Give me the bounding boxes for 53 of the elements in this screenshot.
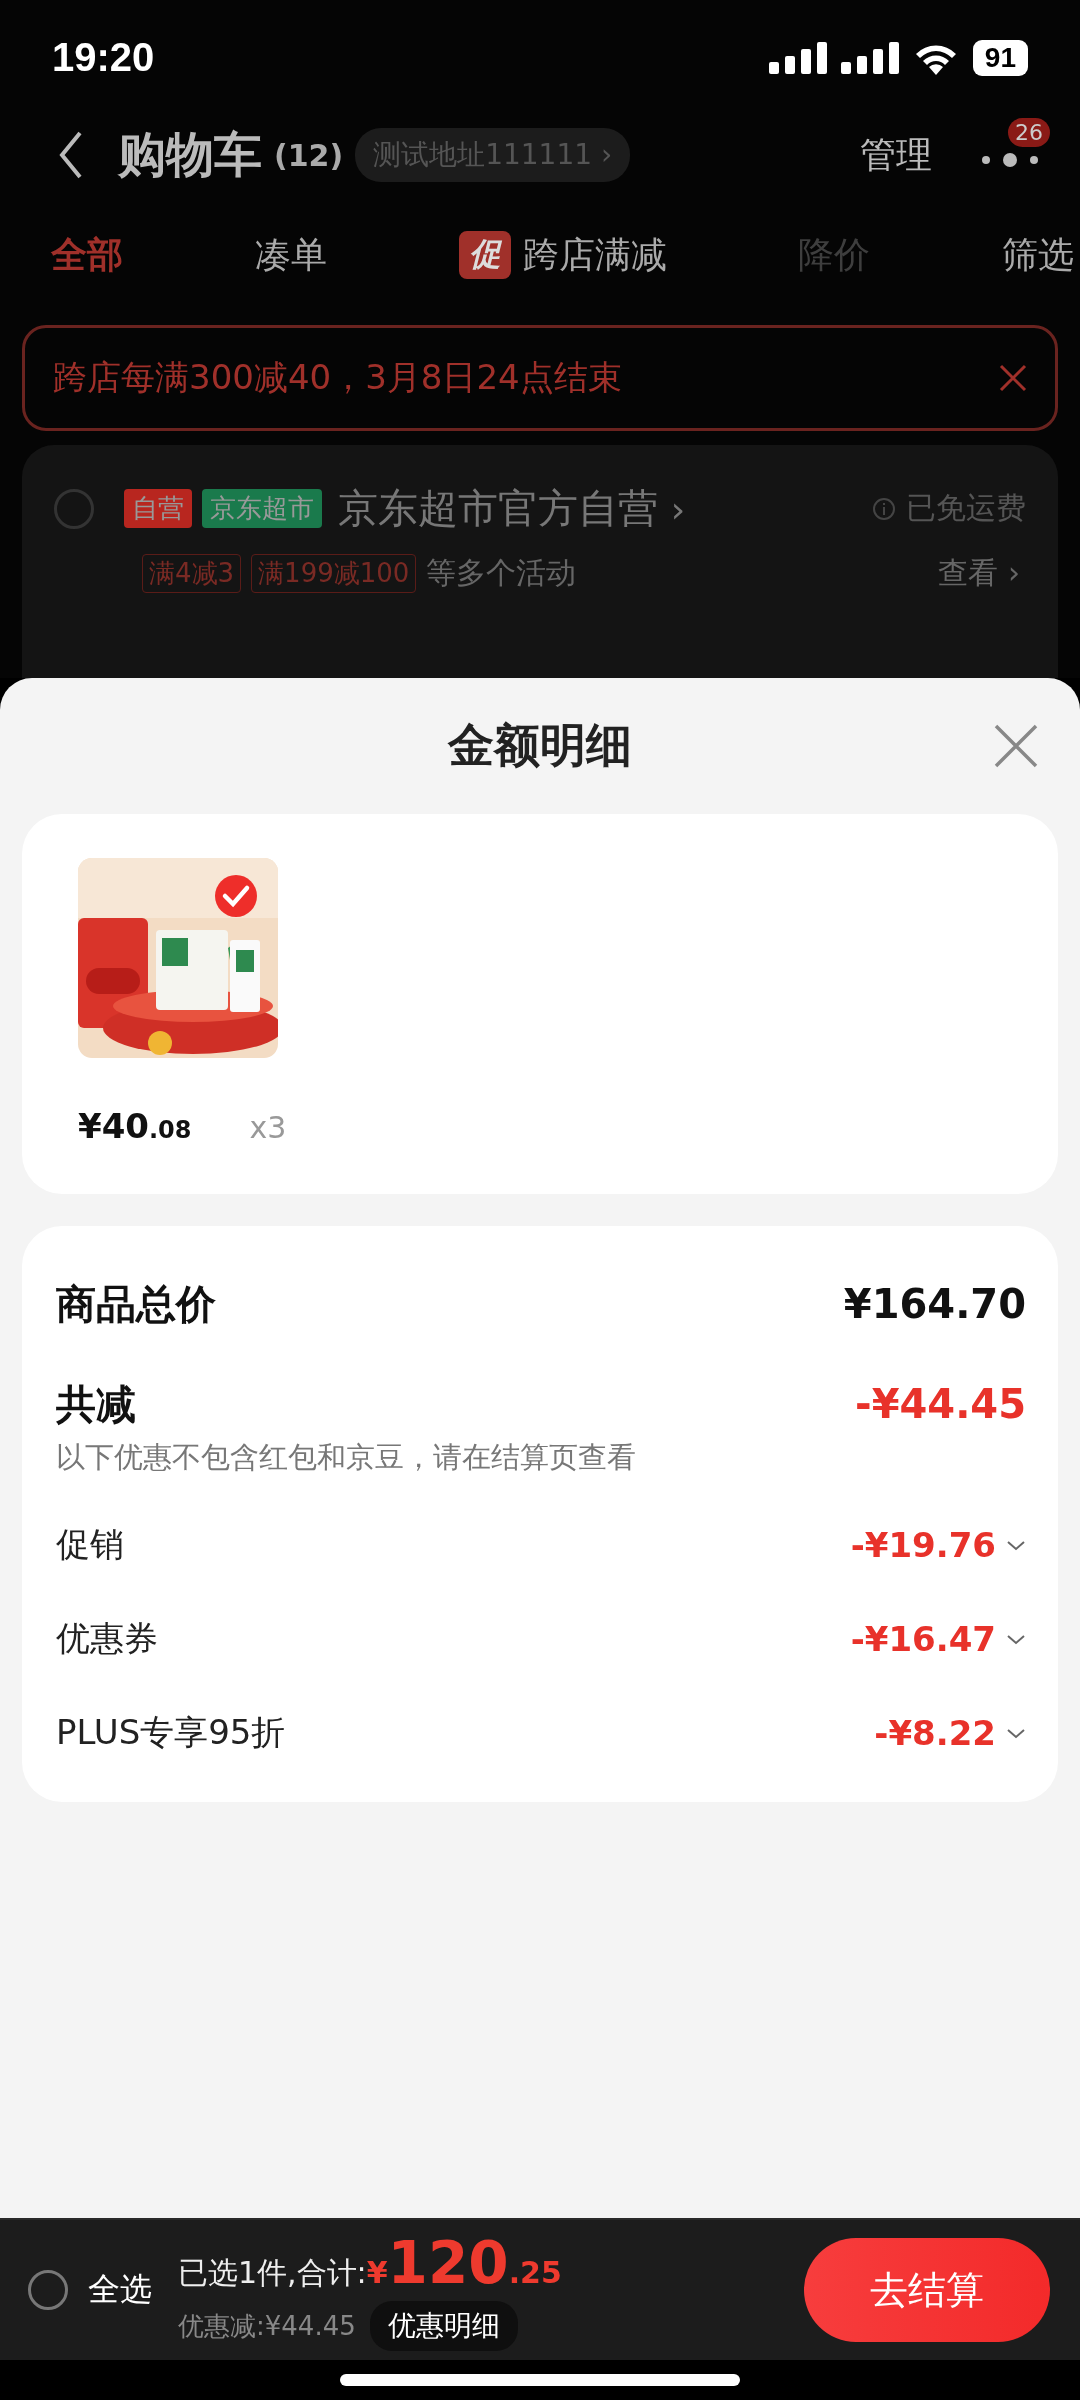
close-icon[interactable] — [999, 364, 1027, 392]
signal-icon — [840, 41, 899, 74]
promo-suffix: 等多个活动 — [426, 554, 577, 592]
sheet-title: 金额明细 — [448, 717, 632, 774]
filter-tab[interactable]: 全部 — [45, 229, 129, 281]
signal-icon — [768, 41, 827, 74]
store-tag: 京东超市 — [202, 489, 322, 528]
store-name[interactable]: 京东超市官方自营 › — [338, 481, 686, 536]
discount-note: 以下优惠不包含红包和京豆，请在结算页查看 — [56, 1439, 637, 1476]
close-icon[interactable] — [994, 724, 1038, 768]
status-time: 19:20 — [52, 35, 155, 80]
product-quantity: x3 — [249, 1110, 287, 1145]
store-checkbox[interactable] — [54, 488, 94, 529]
promo-tag: 满199减100 — [251, 554, 417, 593]
filter-tab[interactable]: 凑单 — [248, 229, 333, 281]
battery-icon: 91 — [972, 39, 1028, 76]
discount-detail-button[interactable]: 优惠明细 — [369, 2301, 518, 2351]
view-link[interactable]: 查看 › — [932, 552, 1026, 595]
store-tag: 自营 — [124, 489, 192, 528]
filter-tab[interactable]: 促 跨店满减 — [452, 229, 673, 281]
checkout-button[interactable]: 去结算 — [804, 2238, 1050, 2342]
chevron-icon[interactable] — [1006, 1539, 1026, 1551]
info-icon — [872, 496, 896, 521]
discount-label: PLUS专享95折 — [56, 1711, 286, 1754]
chevron-icon[interactable] — [1006, 1633, 1026, 1645]
selected-summary: 已选1件,合计: — [178, 2254, 367, 2292]
summary-value: ¥164.70 — [843, 1281, 1026, 1327]
shipping-label: 已免运费 — [906, 489, 1026, 527]
discount-label: 优惠券 — [56, 1617, 158, 1660]
discount-label: 促销 — [56, 1523, 124, 1566]
summary-label: 商品总价 — [56, 1279, 216, 1329]
discount-value: -¥16.47 — [850, 1619, 996, 1659]
summary-value: -¥44.45 — [855, 1381, 1026, 1427]
chevron-icon[interactable] — [1006, 1727, 1026, 1739]
product-price: ¥40.08 — [78, 1106, 192, 1146]
check-icon[interactable] — [214, 874, 258, 918]
banner-text: 跨店每满300减40，3月8日24点结束 — [53, 356, 622, 399]
select-all-checkbox[interactable] — [28, 2270, 68, 2310]
summary-label: 共减 — [56, 1379, 136, 1429]
manage-button[interactable]: 管理 — [854, 129, 938, 181]
select-all-label: 全选 — [88, 2269, 152, 2310]
filter-tab[interactable]: 筛选 — [996, 229, 1080, 281]
address-pill[interactable]: 测试地址111111 › — [355, 128, 631, 182]
notification-badge: 26 — [1008, 118, 1050, 147]
saved-amount: 优惠减:¥44.45 — [178, 2309, 356, 2343]
more-icon[interactable] — [980, 152, 1040, 168]
total-price: ¥120.25 — [366, 2229, 562, 2297]
item-count: (12) — [274, 137, 344, 173]
back-icon[interactable] — [58, 130, 84, 180]
promo-tag: 满4减3 — [142, 554, 242, 593]
page-title: 购物车 — [118, 125, 262, 184]
discount-value: -¥8.22 — [874, 1713, 996, 1753]
discount-value: -¥19.76 — [850, 1525, 996, 1565]
